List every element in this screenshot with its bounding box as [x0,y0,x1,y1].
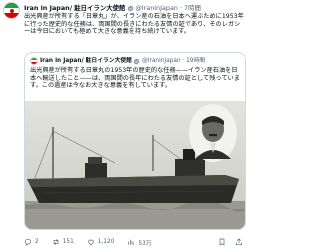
tweet-text: 出光興産が所有する「日章丸」が、イラン産の石油を日本へ運ぶために1953年に行っ… [24,13,244,36]
author-handle[interactable]: @IraninJapan [135,3,178,13]
ship-photo[interactable] [25,101,245,229]
like-count: 1,120 [97,239,115,245]
bookmark-icon [219,238,225,246]
tweet-actions: 2 151 1,120 53万 [24,236,246,248]
retweet-button[interactable]: 151 [52,238,74,246]
quoted-tweet-header: Iran in Japan/ 駐日イラン大使館 @IraninJapan · 1… [30,57,205,65]
reply-button[interactable]: 2 [24,238,39,246]
author-avatar[interactable] [3,2,20,19]
verified-badge-icon [127,4,134,12]
retweet-count: 151 [62,239,74,245]
bookmark-button[interactable] [218,238,229,246]
share-icon [236,238,242,245]
reply-icon [25,239,31,246]
like-button[interactable]: 1,120 [87,238,115,246]
quoted-tweet-text: 出光興産が所有する日章丸の1953年の歴史的な任務——イラン産石油を日本へ輸送し… [30,67,240,90]
heart-icon [88,239,94,246]
author-name[interactable]: Iran in Japan/ 駐日イラン大使館 [24,3,125,13]
tweet-time[interactable]: 7時間 [184,3,201,13]
reply-count: 2 [35,239,39,245]
quoted-tweet[interactable]: Iran in Japan/ 駐日イラン大使館 @IraninJapan · 1… [24,52,246,230]
ship-photo-image [25,101,245,229]
tweet-header: Iran in Japan/ 駐日イラン大使館 @IraninJapan · 7… [24,3,201,13]
tweet[interactable]: Iran in Japan/ 駐日イラン大使館 @IraninJapan · 7… [0,0,249,250]
retweet-icon [53,239,59,245]
views-chart-icon [128,239,135,245]
quoted-author-handle: @IraninJapan [141,58,181,64]
views-button[interactable]: 53万 [127,238,152,247]
views-count: 53万 [138,240,152,247]
quoted-author-avatar [30,57,38,65]
verified-badge-icon [134,57,140,65]
share-button[interactable] [235,238,246,246]
quoted-tweet-time: 19時間 [186,58,206,64]
quoted-author-name: Iran in Japan/ 駐日イラン大使館 [40,58,132,64]
